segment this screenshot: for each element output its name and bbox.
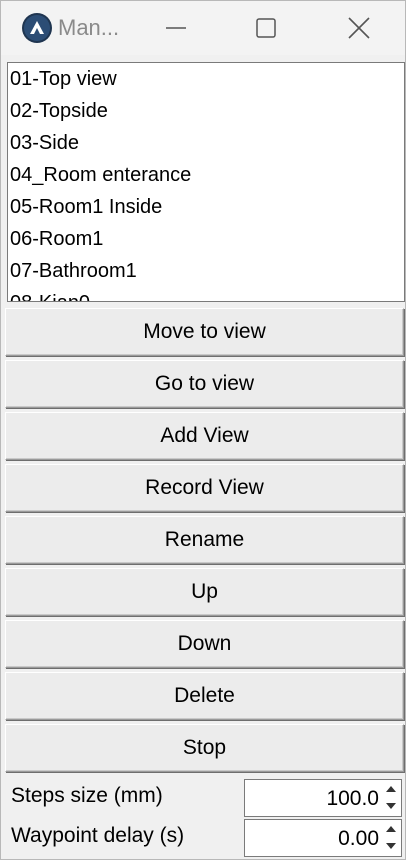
maximize-icon bbox=[256, 18, 276, 38]
move-to-view-button[interactable]: Move to view bbox=[5, 308, 404, 356]
list-item[interactable]: 07-Bathroom1 bbox=[8, 255, 404, 287]
list-item[interactable]: 04_Room enterance bbox=[8, 159, 404, 191]
steps-size-value[interactable]: 100.0 bbox=[326, 787, 379, 811]
record-view-button[interactable]: Record View bbox=[5, 464, 404, 512]
list-item[interactable]: 01-Top view bbox=[8, 63, 404, 95]
down-button[interactable]: Down bbox=[5, 620, 404, 668]
title-bar[interactable]: Man... bbox=[1, 1, 405, 55]
arrow-up-icon[interactable] bbox=[384, 821, 398, 837]
window-title: Man... bbox=[58, 15, 120, 40]
add-view-button[interactable]: Add View bbox=[5, 412, 404, 460]
steps-size-row: Steps size (mm) 100.0 bbox=[1, 778, 406, 820]
close-button[interactable] bbox=[329, 1, 389, 55]
waypoint-delay-label: Waypoint delay (s) bbox=[11, 824, 185, 847]
waypoint-delay-value[interactable]: 0.00 bbox=[338, 827, 379, 851]
up-button[interactable]: Up bbox=[5, 568, 404, 616]
arrow-down-icon[interactable] bbox=[384, 838, 398, 854]
spin-arrows[interactable] bbox=[382, 781, 400, 815]
list-item[interactable]: 05-Room1 Inside bbox=[8, 191, 404, 223]
arrow-down-icon[interactable] bbox=[384, 798, 398, 814]
spin-arrows[interactable] bbox=[382, 821, 400, 855]
stop-button[interactable]: Stop bbox=[5, 724, 404, 772]
views-list[interactable]: 01-Top view 02-Topside 03-Side 04_Room e… bbox=[7, 62, 405, 302]
steps-size-label: Steps size (mm) bbox=[11, 784, 163, 807]
list-item[interactable]: 08-Kian0 bbox=[8, 287, 404, 301]
steps-size-spinbox[interactable]: 100.0 bbox=[244, 779, 402, 817]
rename-button[interactable]: Rename bbox=[5, 516, 404, 564]
app-logo-icon bbox=[22, 13, 52, 43]
go-to-view-button[interactable]: Go to view bbox=[5, 360, 404, 408]
minimize-icon bbox=[166, 27, 186, 29]
arrow-up-icon[interactable] bbox=[384, 781, 398, 797]
waypoint-delay-row: Waypoint delay (s) 0.00 bbox=[1, 818, 406, 860]
list-item[interactable]: 03-Side bbox=[8, 127, 404, 159]
maximize-button[interactable] bbox=[236, 1, 296, 55]
list-item[interactable]: 02-Topside bbox=[8, 95, 404, 127]
close-icon bbox=[348, 17, 370, 39]
minimize-button[interactable] bbox=[146, 1, 206, 55]
manager-window: Man... 01-Top view 02-Topside 03-Side 04… bbox=[0, 0, 406, 860]
waypoint-delay-spinbox[interactable]: 0.00 bbox=[244, 819, 402, 857]
delete-button[interactable]: Delete bbox=[5, 672, 404, 720]
list-item[interactable]: 06-Room1 bbox=[8, 223, 404, 255]
